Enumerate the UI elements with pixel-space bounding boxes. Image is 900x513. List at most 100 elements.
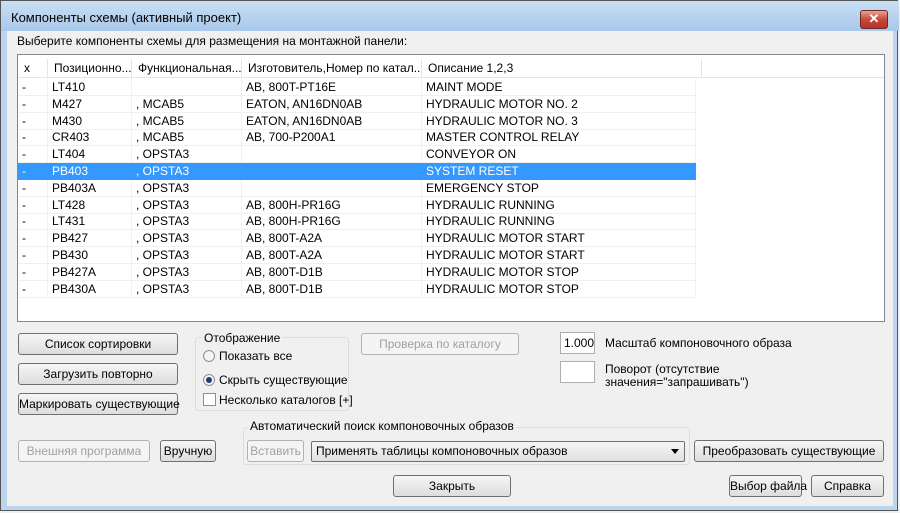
- chevron-down-icon: [671, 449, 679, 454]
- cell-x: -: [18, 263, 48, 281]
- cell-description: MAINT MODE: [422, 79, 696, 96]
- cell-description: HYDRAULIC RUNNING: [422, 213, 696, 231]
- cell-x: -: [18, 247, 48, 264]
- table-row[interactable]: - M430, MCAB5 EATON, AN16DN0AB HYDRAULIC MO…: [18, 112, 696, 130]
- cell-description: CONVEYOR ON: [422, 146, 696, 164]
- cell-manufacturer: [242, 146, 422, 164]
- dialog-window: Компоненты схемы (активный проект) ✕ Выб…: [0, 0, 899, 511]
- close-button[interactable]: Закрыть: [393, 475, 511, 497]
- cell-function: , OPSTA3: [132, 247, 242, 264]
- cell-tag: M427: [48, 95, 132, 113]
- close-icon: ✕: [868, 11, 880, 26]
- table-row[interactable]: - PB430A, OPSTA3 AB, 800T-D1B HYDRAULIC MOT…: [18, 280, 696, 298]
- reload-button[interactable]: Загрузить повторно: [18, 363, 178, 385]
- cell-manufacturer: AB, 800T-A2A: [242, 230, 422, 248]
- show-all-label[interactable]: Показать все: [219, 349, 292, 363]
- table-row[interactable]: - PB403, OPSTA3 SYSTEM RESET: [18, 163, 696, 180]
- scale-label: Масштаб компоновочного образа: [605, 336, 792, 350]
- cell-function: , OPSTA3: [132, 163, 242, 180]
- display-group-legend: Отображение: [202, 331, 283, 345]
- table-row[interactable]: - LT428, OPSTA3 AB, 800H-PR16G HYDRAULIC RU…: [18, 196, 696, 214]
- select-file-button[interactable]: Выбор файла: [729, 475, 807, 497]
- cell-function: , OPSTA3: [132, 146, 242, 164]
- components-table[interactable]: x Позиционно... Функциональная... Изгото…: [17, 54, 885, 322]
- manual-button[interactable]: Вручную: [160, 440, 216, 462]
- cell-function: [132, 79, 242, 96]
- hide-existing-label[interactable]: Скрыть существующие: [219, 373, 348, 387]
- cell-x: -: [18, 79, 48, 96]
- help-button[interactable]: Справка: [811, 475, 884, 497]
- cell-function: , OPSTA3: [132, 179, 242, 197]
- table-row[interactable]: - LT410 AB, 800T-PT16E MAINT MODE: [18, 79, 696, 96]
- cell-manufacturer: AB, 800H-PR16G: [242, 196, 422, 214]
- multiple-catalogs-checkbox[interactable]: [203, 393, 216, 406]
- table-row[interactable]: - CR403, MCAB5 AB, 700-P200A1 MASTER CONTRO…: [18, 129, 696, 147]
- cell-description: HYDRAULIC MOTOR NO. 2: [422, 95, 696, 113]
- mark-existing-button[interactable]: Маркировать существующие: [18, 393, 180, 415]
- cell-x: -: [18, 112, 48, 130]
- column-header-x[interactable]: x: [18, 59, 48, 77]
- rotation-label-line1: Поворот (отсутствие: [605, 362, 720, 376]
- cell-tag: PB427: [48, 230, 132, 248]
- title-bar[interactable]: Компоненты схемы (активный проект) ✕: [1, 1, 899, 31]
- sort-list-button[interactable]: Список сортировки: [18, 333, 178, 355]
- cell-tag: M430: [48, 112, 132, 130]
- cell-description: SYSTEM RESET: [422, 163, 696, 180]
- auto-search-combo[interactable]: Применять таблицы компоновочных образов: [311, 441, 685, 462]
- cell-function: , OPSTA3: [132, 263, 242, 281]
- multiple-catalogs-label[interactable]: Несколько каталогов [+]: [219, 393, 353, 407]
- table-row[interactable]: - LT404, OPSTA3 CONVEYOR ON: [18, 146, 696, 164]
- column-header-function[interactable]: Функциональная...: [132, 59, 242, 77]
- cell-x: -: [18, 230, 48, 248]
- cell-description: HYDRAULIC RUNNING: [422, 196, 696, 214]
- cell-x: -: [18, 95, 48, 113]
- cell-function: , MCAB5: [132, 95, 242, 113]
- cell-manufacturer: AB, 800T-D1B: [242, 280, 422, 298]
- cell-manufacturer: AB, 800T-D1B: [242, 263, 422, 281]
- cell-tag: LT431: [48, 213, 132, 231]
- table-row[interactable]: - M427, MCAB5 EATON, AN16DN0AB HYDRAULIC MO…: [18, 95, 696, 113]
- cell-tag: LT428: [48, 196, 132, 214]
- instruction-label: Выберите компоненты схемы для размещения…: [17, 34, 408, 48]
- column-header-tag[interactable]: Позиционно...: [48, 59, 132, 77]
- table-row[interactable]: - PB427A, OPSTA3 AB, 800T-D1B HYDRAULIC MOT…: [18, 263, 696, 281]
- cell-manufacturer: [242, 163, 422, 180]
- column-header-manufacturer[interactable]: Изготовитель,Номер по катал...: [242, 59, 422, 77]
- cell-description: HYDRAULIC MOTOR START: [422, 247, 696, 264]
- hide-existing-radio[interactable]: [203, 374, 215, 386]
- rotation-label-line2: значения="запрашивать"): [605, 375, 749, 389]
- convert-existing-button[interactable]: Преобразовать существующие: [694, 440, 884, 462]
- catalog-check-button[interactable]: Проверка по каталогу: [361, 333, 519, 355]
- cell-function: , MCAB5: [132, 129, 242, 147]
- cell-tag: LT410: [48, 79, 132, 96]
- close-window-button[interactable]: ✕: [860, 10, 888, 29]
- table-row[interactable]: - LT431, OPSTA3 AB, 800H-PR16G HYDRAULIC RU…: [18, 213, 696, 231]
- show-all-radio[interactable]: [203, 350, 215, 362]
- column-header-description[interactable]: Описание 1,2,3: [422, 59, 702, 77]
- external-program-button[interactable]: Внешняя программа: [18, 440, 150, 462]
- cell-manufacturer: AB, 700-P200A1: [242, 129, 422, 147]
- scale-input[interactable]: 1.000: [560, 332, 595, 354]
- cell-description: EMERGENCY STOP: [422, 179, 696, 197]
- table-row[interactable]: - PB403A, OPSTA3 EMERGENCY STOP: [18, 179, 696, 197]
- dialog-client-area: Выберите компоненты схемы для размещения…: [7, 31, 893, 506]
- table-row[interactable]: - PB427, OPSTA3 AB, 800T-A2A HYDRAULIC MOTO…: [18, 230, 696, 248]
- cell-manufacturer: EATON, AN16DN0AB: [242, 112, 422, 130]
- cell-description: HYDRAULIC MOTOR STOP: [422, 263, 696, 281]
- cell-function: , OPSTA3: [132, 280, 242, 298]
- cell-tag: CR403: [48, 129, 132, 147]
- cell-x: -: [18, 146, 48, 164]
- table-row[interactable]: - PB430, OPSTA3 AB, 800T-A2A HYDRAULIC MOTO…: [18, 247, 696, 264]
- cell-description: HYDRAULIC MOTOR START: [422, 230, 696, 248]
- cell-function: , MCAB5: [132, 112, 242, 130]
- cell-x: -: [18, 280, 48, 298]
- cell-manufacturer: [242, 179, 422, 197]
- cell-function: , OPSTA3: [132, 196, 242, 214]
- cell-tag: LT404: [48, 146, 132, 164]
- cell-manufacturer: AB, 800H-PR16G: [242, 213, 422, 231]
- cell-function: , OPSTA3: [132, 213, 242, 231]
- cell-tag: PB427A: [48, 263, 132, 281]
- cell-tag: PB403A: [48, 179, 132, 197]
- rotation-input[interactable]: [560, 361, 595, 383]
- insert-button[interactable]: Вставить: [247, 440, 304, 462]
